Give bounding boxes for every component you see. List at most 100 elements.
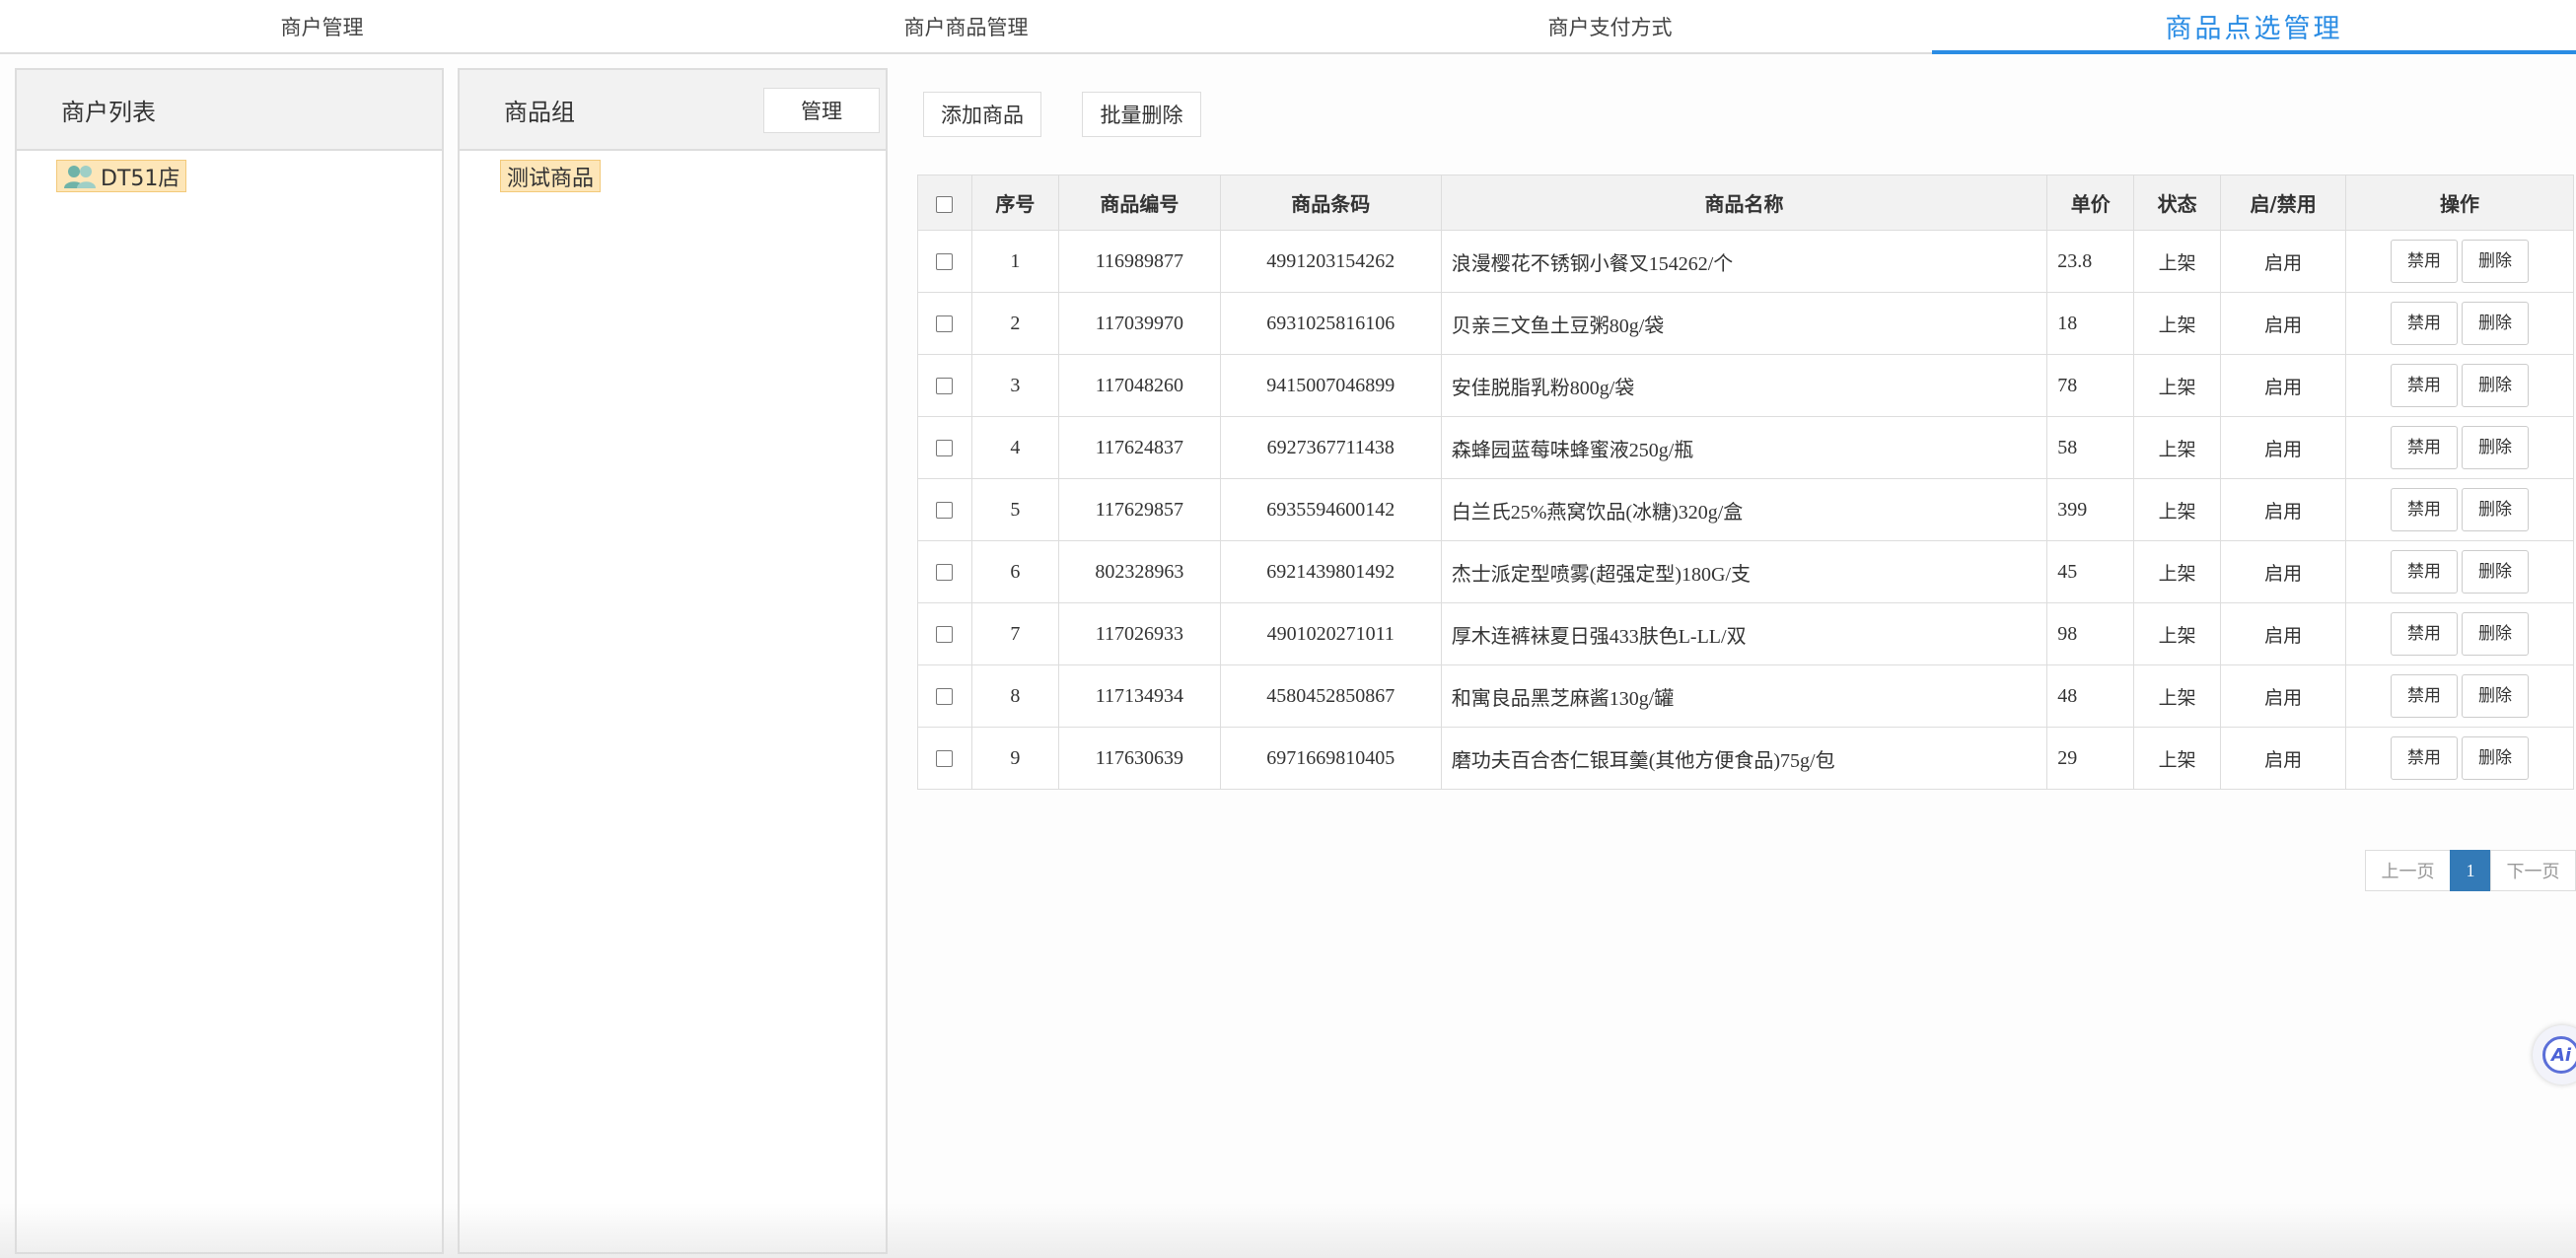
- cell-status: 上架: [2133, 727, 2222, 790]
- column-header-name: 商品名称: [1440, 175, 2048, 231]
- row-checkbox[interactable]: [936, 253, 954, 271]
- delete-button[interactable]: 删除: [2462, 612, 2530, 656]
- cell-seq: 9: [970, 727, 1059, 790]
- disable-button[interactable]: 禁用: [2391, 364, 2459, 407]
- cell-status: 上架: [2133, 664, 2222, 728]
- cell-name: 森蜂园蓝莓味蜂蜜液250g/瓶: [1440, 416, 2048, 479]
- cell-barcode: 4991203154262: [1219, 230, 1442, 293]
- cell-barcode: 4580452850867: [1219, 664, 1442, 728]
- tab-merchant-payment-methods[interactable]: 商户支付方式: [1288, 0, 1932, 52]
- cell-name: 杰士派定型喷雾(超强定型)180G/支: [1440, 540, 2048, 603]
- cell-enabled: 启用: [2220, 478, 2347, 541]
- cell-price: 78: [2046, 354, 2135, 417]
- row-checkbox[interactable]: [936, 378, 954, 395]
- cell-actions: 禁用 删除: [2345, 478, 2574, 541]
- cell-name: 和寓良品黑芝麻酱130g/罐: [1440, 664, 2048, 728]
- row-select-cell: [917, 230, 972, 293]
- disable-button[interactable]: 禁用: [2391, 736, 2459, 780]
- prev-page-button[interactable]: 上一页: [2365, 850, 2451, 891]
- table-row: 8 117134934 4580452850867 和寓良品黑芝麻酱130g/罐…: [917, 664, 2574, 728]
- cell-status: 上架: [2133, 540, 2222, 603]
- tab-merchant-product-management[interactable]: 商户商品管理: [644, 0, 1288, 52]
- delete-button[interactable]: 删除: [2462, 488, 2530, 531]
- row-select-cell: [917, 354, 972, 417]
- cell-enabled: 启用: [2220, 727, 2347, 790]
- table-header-row: 序号 商品编号 商品条码 商品名称 单价 状态 启/禁用 操作: [917, 175, 2574, 231]
- cell-name: 磨功夫百合杏仁银耳羹(其他方便食品)75g/包: [1440, 727, 2048, 790]
- product-group-panel: 商品组 管理 测试商品: [458, 68, 888, 1254]
- row-select-cell: [917, 664, 972, 728]
- cell-status: 上架: [2133, 230, 2222, 293]
- cell-barcode: 6931025816106: [1219, 292, 1442, 355]
- cell-status: 上架: [2133, 602, 2222, 665]
- table-row: 2 117039970 6931025816106 贝亲三文鱼土豆粥80g/袋 …: [917, 292, 2574, 355]
- select-all-checkbox[interactable]: [936, 195, 954, 213]
- cell-code: 117630639: [1057, 727, 1221, 790]
- merchant-list-title: 商户列表: [61, 98, 156, 126]
- row-checkbox[interactable]: [936, 502, 954, 520]
- cell-price: 18: [2046, 292, 2135, 355]
- product-group-title: 商品组: [504, 98, 575, 126]
- column-header-barcode: 商品条码: [1219, 175, 1442, 231]
- merchant-list-header: 商户列表: [17, 70, 442, 151]
- disable-button[interactable]: 禁用: [2391, 240, 2459, 283]
- cell-name: 厚木连裤袜夏日强433肤色L-LL/双: [1440, 602, 2048, 665]
- table-row: 6 802328963 6921439801492 杰士派定型喷雾(超强定型)1…: [917, 540, 2574, 603]
- column-header-enabled: 启/禁用: [2220, 175, 2347, 231]
- cell-actions: 禁用 删除: [2345, 416, 2574, 479]
- row-checkbox[interactable]: [936, 688, 954, 706]
- disable-button[interactable]: 禁用: [2391, 302, 2459, 345]
- cell-code: 116989877: [1057, 230, 1221, 293]
- cell-actions: 禁用 删除: [2345, 230, 2574, 293]
- merchant-item-dt51[interactable]: DT51店: [56, 160, 187, 192]
- table-row: 9 117630639 6971669810405 磨功夫百合杏仁银耳羹(其他方…: [917, 727, 2574, 790]
- row-checkbox[interactable]: [936, 626, 954, 644]
- disable-button[interactable]: 禁用: [2391, 674, 2459, 718]
- cell-enabled: 启用: [2220, 354, 2347, 417]
- cell-seq: 4: [970, 416, 1059, 479]
- delete-button[interactable]: 删除: [2462, 240, 2530, 283]
- manage-button[interactable]: 管理: [763, 88, 880, 133]
- delete-button[interactable]: 删除: [2462, 736, 2530, 780]
- disable-button[interactable]: 禁用: [2391, 488, 2459, 531]
- disable-button[interactable]: 禁用: [2391, 612, 2459, 656]
- tab-product-selection-management[interactable]: 商品点选管理: [1932, 0, 2576, 54]
- cell-seq: 2: [970, 292, 1059, 355]
- cell-enabled: 启用: [2220, 602, 2347, 665]
- cell-name: 浪漫樱花不锈钢小餐叉154262/个: [1440, 230, 2048, 293]
- delete-button[interactable]: 删除: [2462, 550, 2530, 594]
- cell-barcode: 9415007046899: [1219, 354, 1442, 417]
- delete-button[interactable]: 删除: [2462, 302, 2530, 345]
- select-all-cell: [917, 175, 972, 231]
- row-checkbox[interactable]: [936, 440, 954, 457]
- cell-name: 白兰氏25%燕窝饮品(冰糖)320g/盒: [1440, 478, 2048, 541]
- row-checkbox[interactable]: [936, 315, 954, 333]
- delete-button[interactable]: 删除: [2462, 674, 2530, 718]
- cell-name: 贝亲三文鱼土豆粥80g/袋: [1440, 292, 2048, 355]
- delete-button[interactable]: 删除: [2462, 426, 2530, 469]
- disable-button[interactable]: 禁用: [2391, 550, 2459, 594]
- cell-barcode: 4901020271011: [1219, 602, 1442, 665]
- table-row: 7 117026933 4901020271011 厚木连裤袜夏日强433肤色L…: [917, 602, 2574, 665]
- row-select-cell: [917, 416, 972, 479]
- ai-assistant-button[interactable]: Ai: [2533, 1025, 2576, 1084]
- pagination: 上一页 1 下一页: [2365, 850, 2576, 891]
- add-product-button[interactable]: 添加商品: [923, 92, 1041, 137]
- row-checkbox[interactable]: [936, 564, 954, 582]
- cell-actions: 禁用 删除: [2345, 727, 2574, 790]
- product-group-item-test[interactable]: 测试商品: [500, 160, 602, 192]
- cell-seq: 3: [970, 354, 1059, 417]
- row-checkbox[interactable]: [936, 750, 954, 768]
- product-group-header: 商品组 管理: [460, 70, 886, 151]
- table-row: 5 117629857 6935594600142 白兰氏25%燕窝饮品(冰糖)…: [917, 478, 2574, 541]
- cell-status: 上架: [2133, 416, 2222, 479]
- tab-merchant-management[interactable]: 商户管理: [0, 0, 644, 52]
- cell-code: 117026933: [1057, 602, 1221, 665]
- cell-code: 117134934: [1057, 664, 1221, 728]
- column-header-actions: 操作: [2345, 175, 2574, 231]
- page-number-current[interactable]: 1: [2450, 850, 2491, 891]
- delete-button[interactable]: 删除: [2462, 364, 2530, 407]
- batch-delete-button[interactable]: 批量删除: [1082, 92, 1201, 137]
- disable-button[interactable]: 禁用: [2391, 426, 2459, 469]
- next-page-button[interactable]: 下一页: [2490, 850, 2576, 891]
